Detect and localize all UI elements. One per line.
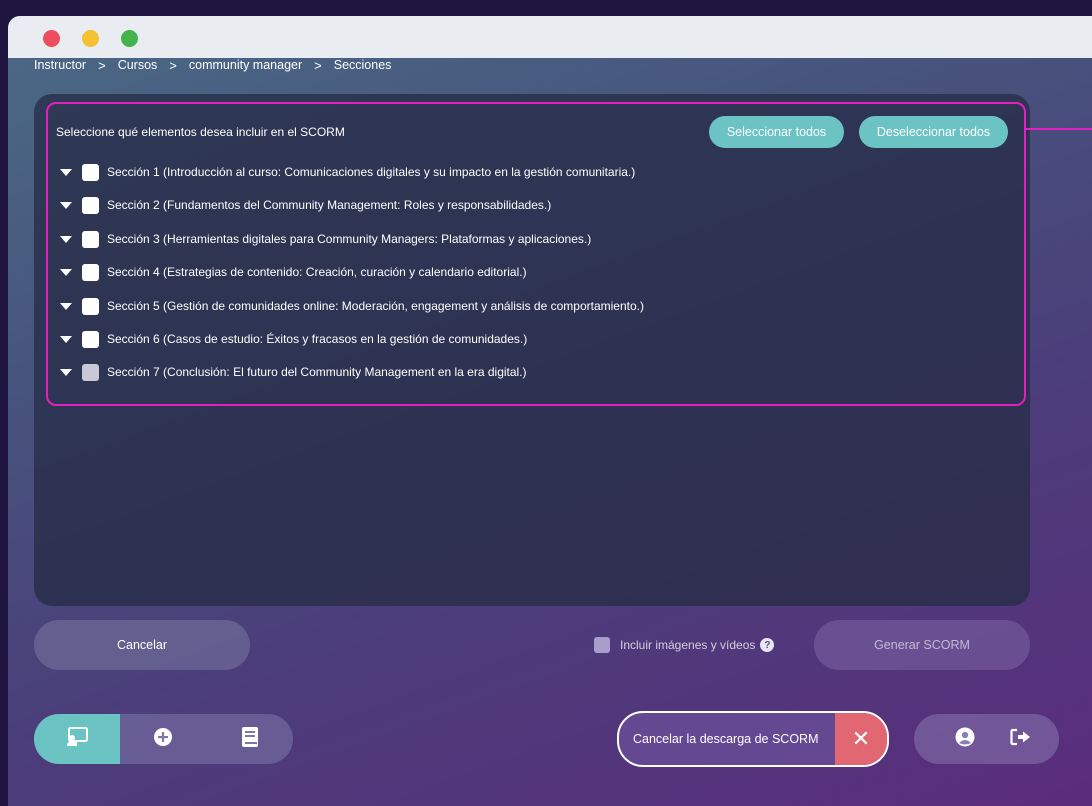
nav-add[interactable] [120, 714, 206, 764]
help-icon[interactable]: ? [760, 638, 775, 652]
title-bar [8, 16, 1092, 58]
generate-scorm-button[interactable]: Generar SCORM [814, 620, 1030, 670]
nav-courses[interactable] [206, 714, 293, 764]
breadcrumb-secciones: Secciones [333, 58, 392, 72]
cancel-download-button[interactable]: ✕ [835, 713, 887, 765]
add-circle-icon [153, 727, 173, 752]
section-row: Sección 7 (Conclusión: El futuro del Com… [58, 362, 527, 382]
logout-icon [1010, 728, 1032, 751]
cancel-button[interactable]: Cancelar [34, 620, 250, 670]
instructor-board-icon [66, 726, 88, 752]
close-icon: ✕ [851, 726, 871, 751]
nav-instructor[interactable] [34, 714, 120, 764]
chevron-right-icon: > [169, 57, 177, 73]
user-actions [914, 714, 1059, 764]
section-row: Sección 5 (Gestión de comunidades online… [58, 296, 644, 316]
caret-down-icon[interactable] [60, 235, 72, 243]
caret-down-icon[interactable] [60, 335, 72, 343]
bottom-nav [34, 714, 293, 764]
book-icon [241, 726, 259, 753]
chevron-right-icon: > [314, 57, 322, 73]
section-label: Sección 6 (Casos de estudio: Éxitos y fr… [107, 332, 528, 346]
breadcrumb: Instructor > Cursos > community manager … [34, 56, 391, 74]
breadcrumb-course[interactable]: community manager [189, 58, 302, 72]
caret-down-icon[interactable] [60, 302, 72, 310]
select-all-button[interactable]: Seleccionar todos [709, 116, 844, 148]
section-label: Sección 4 (Estrategias de contenido: Cre… [107, 265, 527, 279]
section-row: Sección 1 (Introducción al curso: Comuni… [58, 162, 635, 182]
caret-down-icon[interactable] [60, 268, 72, 276]
maximize-window-button[interactable] [121, 30, 138, 47]
section-label: Sección 1 (Introducción al curso: Comuni… [107, 165, 636, 179]
logout-button[interactable] [996, 714, 1046, 764]
section-checkbox[interactable] [82, 297, 99, 315]
caret-down-icon[interactable] [60, 368, 72, 376]
breadcrumb-instructor[interactable]: Instructor [34, 58, 86, 72]
section-label: Sección 2 (Fundamentos del Community Man… [107, 198, 552, 212]
breadcrumb-cursos[interactable]: Cursos [118, 58, 158, 72]
section-checkbox[interactable] [82, 363, 99, 381]
selection-title: Seleccione qué elementos desea incluir e… [56, 125, 345, 139]
cancel-download-label: Cancelar la descarga de SCORM [633, 732, 819, 746]
section-checkbox[interactable] [82, 263, 99, 281]
minimize-window-button[interactable] [82, 30, 99, 47]
include-media-label: Incluir imágenes y vídeos [620, 638, 756, 652]
include-media-option: Incluir imágenes y vídeos ? [594, 637, 775, 653]
deselect-all-button[interactable]: Deseleccionar todos [859, 116, 1008, 148]
chevron-right-icon: > [98, 57, 106, 73]
section-row: Sección 2 (Fundamentos del Community Man… [58, 195, 551, 215]
section-label: Sección 7 (Conclusión: El futuro del Com… [107, 365, 527, 379]
download-status-pill: Cancelar la descarga de SCORM ✕ [617, 711, 889, 767]
section-label: Sección 5 (Gestión de comunidades online… [107, 299, 644, 313]
section-label: Sección 3 (Herramientas digitales para C… [107, 232, 592, 246]
caret-down-icon[interactable] [60, 168, 72, 176]
section-checkbox[interactable] [82, 163, 99, 181]
section-checkbox[interactable] [82, 196, 99, 214]
include-media-checkbox[interactable] [594, 637, 610, 653]
profile-button[interactable] [940, 714, 990, 764]
section-row: Sección 4 (Estrategias de contenido: Cre… [58, 262, 527, 282]
caret-down-icon[interactable] [60, 201, 72, 209]
user-circle-icon [955, 727, 975, 752]
close-window-button[interactable] [43, 30, 60, 47]
section-checkbox[interactable] [82, 230, 99, 248]
section-checkbox[interactable] [82, 330, 99, 348]
section-row: Sección 6 (Casos de estudio: Éxitos y fr… [58, 329, 527, 349]
section-row: Sección 3 (Herramientas digitales para C… [58, 229, 591, 249]
highlight-connector-line [1024, 128, 1092, 130]
